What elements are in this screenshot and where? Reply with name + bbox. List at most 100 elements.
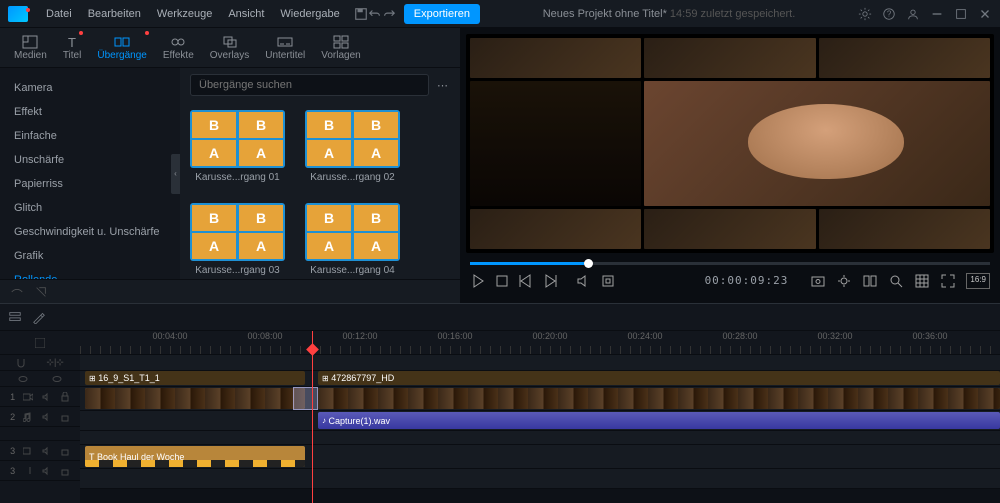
- project-title: Neues Projekt ohne Titel* 14:59 zuletzt …: [480, 8, 858, 20]
- playhead[interactable]: [312, 331, 313, 503]
- compare-icon[interactable]: [862, 273, 878, 289]
- export-button[interactable]: Exportieren: [404, 4, 480, 24]
- tab-subtitles[interactable]: Untertitel: [257, 28, 313, 67]
- time-ruler[interactable]: 00:04:00 00:08:00 00:12:00 00:16:00 00:2…: [80, 331, 1000, 355]
- menu-tools[interactable]: Werkzeuge: [149, 8, 220, 20]
- magnet-icon[interactable]: [16, 358, 26, 368]
- next-frame-icon[interactable]: [542, 273, 558, 289]
- category-geschwindigkeit[interactable]: Geschwindigkeit u. Unschärfe: [0, 220, 180, 244]
- search-input[interactable]: [190, 74, 429, 96]
- timeline-mode-icon[interactable]: [8, 310, 22, 324]
- pen-tool-icon[interactable]: [32, 310, 46, 324]
- settings-icon[interactable]: [858, 7, 872, 21]
- category-unschaerfe[interactable]: Unschärfe: [0, 148, 180, 172]
- tab-title[interactable]: TTitel: [55, 28, 90, 67]
- marker-track[interactable]: [80, 355, 1000, 371]
- lock-icon[interactable]: [60, 466, 70, 476]
- tab-overlays[interactable]: Overlays: [202, 28, 257, 67]
- volume-icon[interactable]: [576, 273, 592, 289]
- mute-icon[interactable]: [42, 392, 52, 402]
- timeline: ⊹|⊹ 1 2 3 3 00:04:00 00:08:00 00:12:00 0…: [0, 303, 1000, 503]
- collapse-handle[interactable]: ‹: [171, 154, 180, 194]
- video-track-1[interactable]: [80, 387, 1000, 411]
- transition-item[interactable]: BBAAKarusse...rgang 04: [305, 203, 400, 276]
- title-clip[interactable]: T Book Haul der Woche: [85, 446, 305, 467]
- tool-icon[interactable]: [10, 285, 24, 299]
- zoom-icon[interactable]: [888, 273, 904, 289]
- clip-header[interactable]: ⊞ 16_9_S1_T1_1: [85, 371, 305, 385]
- category-glitch[interactable]: Glitch: [0, 196, 180, 220]
- video-icon[interactable]: [23, 446, 33, 456]
- grid-icon[interactable]: [914, 273, 930, 289]
- app-logo: [8, 6, 28, 22]
- tab-effects[interactable]: Effekte: [155, 28, 202, 67]
- audio-track-3[interactable]: [80, 469, 1000, 489]
- play-icon[interactable]: [470, 273, 486, 289]
- lock-icon[interactable]: [60, 392, 70, 402]
- tracks-area[interactable]: 00:04:00 00:08:00 00:12:00 00:16:00 00:2…: [80, 331, 1000, 503]
- video-clip[interactable]: [318, 388, 1000, 409]
- title-text: Neues Projekt ohne Titel*: [543, 8, 667, 20]
- undo-icon[interactable]: [368, 7, 382, 21]
- audio-icon[interactable]: [23, 466, 33, 476]
- tab-label: Untertitel: [265, 50, 305, 61]
- category-papierriss[interactable]: Papierriss: [0, 172, 180, 196]
- mute-icon[interactable]: [42, 446, 52, 456]
- minimize-icon[interactable]: [930, 7, 944, 21]
- transitions-browser: ‹ ⋯ BBAAKarusse...rgang 01 BBAAKarusse..…: [180, 68, 460, 279]
- category-grafik[interactable]: Grafik: [0, 244, 180, 268]
- transition-clip[interactable]: [293, 387, 318, 410]
- mute-icon[interactable]: [42, 466, 52, 476]
- stop-icon[interactable]: [494, 273, 510, 289]
- category-einfache[interactable]: Einfache: [0, 124, 180, 148]
- account-icon[interactable]: [906, 7, 920, 21]
- menu-playback[interactable]: Wiedergabe: [272, 8, 347, 20]
- fullscreen-icon[interactable]: [940, 273, 956, 289]
- title-track[interactable]: T Book Haul der Woche: [80, 445, 1000, 469]
- menu-edit[interactable]: Bearbeiten: [80, 8, 149, 20]
- help-icon[interactable]: ?: [882, 7, 896, 21]
- lock-icon[interactable]: [60, 446, 70, 456]
- audio-icon[interactable]: [23, 412, 33, 422]
- clip-label: Capture(1).wav: [329, 416, 391, 426]
- audio-track-1[interactable]: ♪ Capture(1).wav: [80, 411, 1000, 431]
- transition-item[interactable]: BBAAKarusse...rgang 02: [305, 110, 400, 183]
- ruler-tick: 00:12:00: [342, 331, 377, 341]
- crop-icon[interactable]: [600, 273, 616, 289]
- layout-icon[interactable]: [35, 338, 45, 348]
- category-kamera[interactable]: Kamera: [0, 76, 180, 100]
- mute-icon[interactable]: [42, 412, 52, 422]
- tab-media[interactable]: Medien: [6, 28, 55, 67]
- tool-icon[interactable]: [34, 285, 48, 299]
- video-icon[interactable]: [23, 392, 33, 402]
- close-icon[interactable]: [978, 7, 992, 21]
- eye-icon[interactable]: [18, 374, 28, 384]
- more-options-icon[interactable]: ⋯: [437, 79, 450, 92]
- transition-label: Karusse...rgang 01: [190, 172, 285, 183]
- prev-frame-icon[interactable]: [518, 273, 534, 289]
- svg-text:?: ?: [887, 9, 892, 18]
- preview-viewport[interactable]: [466, 34, 994, 253]
- menu-view[interactable]: Ansicht: [220, 8, 272, 20]
- aspect-ratio[interactable]: 16:9: [966, 273, 990, 289]
- adjust-icon[interactable]: [836, 273, 852, 289]
- track-header-row[interactable]: ⊞ 16_9_S1_T1_1 ⊞ 472867797_HD: [80, 371, 1000, 387]
- transition-item[interactable]: BBAAKarusse...rgang 03: [190, 203, 285, 276]
- ruler-tick: 00:24:00: [627, 331, 662, 341]
- tab-transitions[interactable]: Übergänge: [89, 28, 154, 67]
- redo-icon[interactable]: [382, 7, 396, 21]
- eye-icon[interactable]: [52, 374, 62, 384]
- audio-clip[interactable]: ♪ Capture(1).wav: [318, 412, 1000, 429]
- progress-bar[interactable]: [470, 262, 990, 265]
- transition-item[interactable]: BBAAKarusse...rgang 01: [190, 110, 285, 183]
- menu-file[interactable]: Datei: [38, 8, 80, 20]
- lock-icon[interactable]: [60, 412, 70, 422]
- category-effekt[interactable]: Effekt: [0, 100, 180, 124]
- tab-templates[interactable]: Vorlagen: [313, 28, 368, 67]
- clip-header[interactable]: ⊞ 472867797_HD: [318, 371, 1000, 385]
- maximize-icon[interactable]: [954, 7, 968, 21]
- video-clip[interactable]: [85, 388, 305, 409]
- save-icon[interactable]: [354, 7, 368, 21]
- snapshot-icon[interactable]: [810, 273, 826, 289]
- category-rollende[interactable]: Rollende: [0, 268, 180, 279]
